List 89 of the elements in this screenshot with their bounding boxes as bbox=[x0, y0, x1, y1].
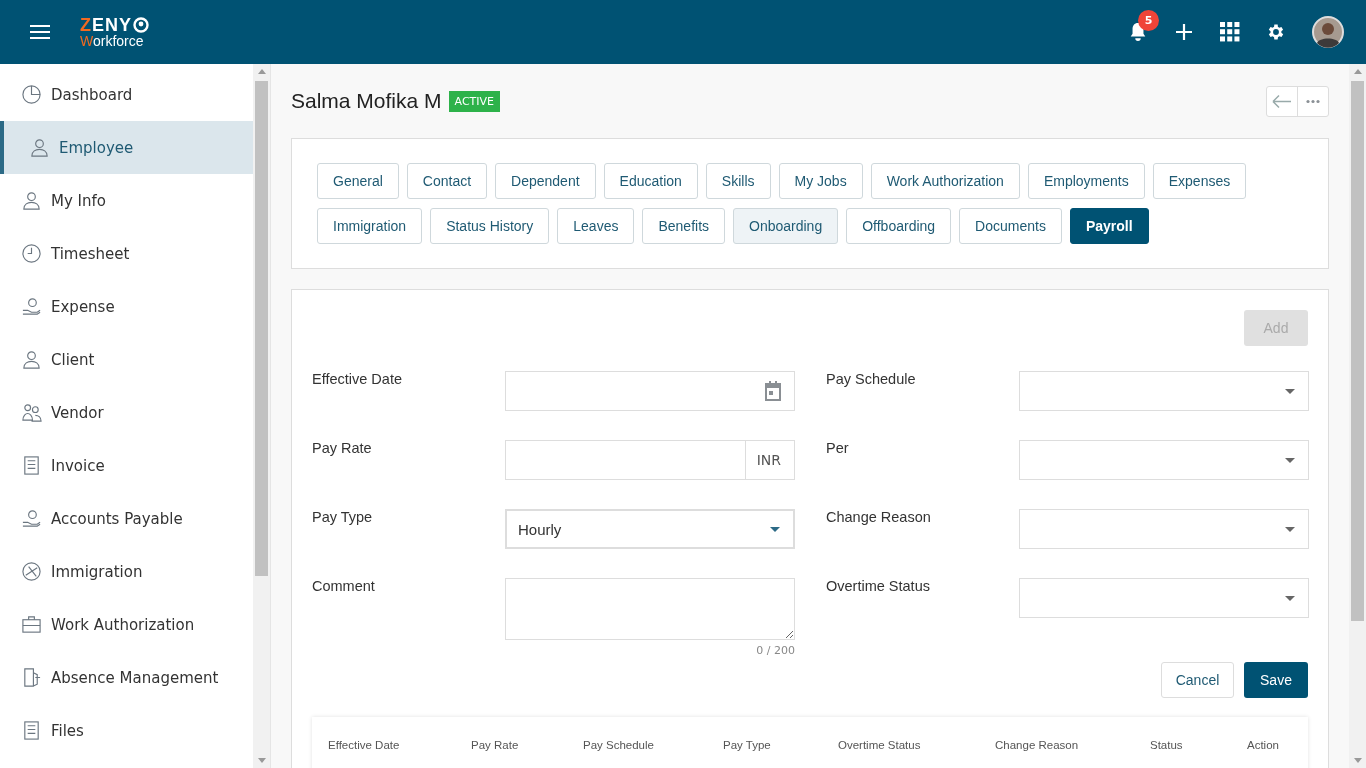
date-field[interactable] bbox=[505, 371, 795, 411]
column-header: Status bbox=[1150, 739, 1184, 751]
tab[interactable]: My Jobs bbox=[778, 163, 863, 199]
dropdown-field[interactable] bbox=[1019, 440, 1309, 480]
tab[interactable]: Employments bbox=[1027, 163, 1145, 199]
sidebar-item[interactable]: Employee bbox=[0, 121, 253, 174]
column-header: Pay Rate bbox=[471, 739, 520, 751]
settings-icon[interactable] bbox=[1266, 22, 1286, 42]
menu-icon[interactable] bbox=[30, 25, 50, 39]
column-header: Pay Schedule bbox=[583, 739, 655, 751]
tab[interactable]: Education bbox=[603, 163, 698, 199]
briefcase-icon bbox=[21, 614, 42, 635]
hand-coin-icon bbox=[21, 296, 42, 317]
field-label: Effective Date bbox=[312, 371, 403, 387]
notification-count: 5 bbox=[1138, 10, 1159, 31]
tab[interactable]: Documents bbox=[959, 208, 1062, 244]
sidebar-item[interactable]: Invoice bbox=[0, 439, 253, 492]
caret-icon bbox=[1285, 526, 1295, 532]
column-header: Overtime Status bbox=[838, 739, 922, 751]
sidebar-item[interactable]: Work Authorization bbox=[0, 598, 253, 651]
door-icon bbox=[21, 667, 42, 688]
field-label: Comment bbox=[312, 578, 376, 594]
field-label: Change Reason bbox=[826, 509, 932, 525]
tab[interactable]: Contact bbox=[406, 163, 488, 199]
notification-bell-icon[interactable] bbox=[1128, 22, 1148, 42]
tab[interactable]: General bbox=[317, 163, 399, 199]
logo[interactable]: ZENY Workforce bbox=[80, 16, 149, 48]
sidebar-item[interactable]: My Info bbox=[0, 174, 253, 227]
tab[interactable]: Onboarding bbox=[733, 208, 839, 244]
caret-icon bbox=[1285, 388, 1295, 394]
status-tag: ACTIVE bbox=[448, 90, 500, 112]
caret-icon bbox=[1285, 595, 1295, 601]
caret-icon bbox=[770, 526, 780, 532]
column-header: Pay Type bbox=[723, 739, 772, 751]
caret-icon bbox=[1285, 457, 1295, 463]
employee-name: Salma Mofika M bbox=[291, 89, 442, 113]
tab[interactable]: Leaves bbox=[557, 208, 635, 244]
save-button[interactable]: Save bbox=[1244, 662, 1308, 698]
column-header: Effective Date bbox=[328, 739, 401, 751]
tab[interactable]: Immigration bbox=[317, 208, 423, 244]
sidebar-item[interactable]: Expense bbox=[0, 280, 253, 333]
field-label: Pay Rate bbox=[312, 440, 373, 456]
sidebar-item[interactable]: Files bbox=[0, 704, 253, 757]
character-counter: 0 / 200 bbox=[756, 644, 795, 657]
tab[interactable]: Benefits bbox=[642, 208, 726, 244]
pay-rate-field[interactable]: INR bbox=[505, 440, 795, 480]
column-header: Change Reason bbox=[995, 739, 1080, 751]
field-label: Per bbox=[826, 440, 850, 456]
dropdown-field[interactable]: Hourly bbox=[505, 509, 795, 549]
tab[interactable]: Offboarding bbox=[846, 208, 952, 244]
tab[interactable]: Status History bbox=[430, 208, 550, 244]
hand-coin-icon bbox=[21, 508, 42, 529]
dropdown-field[interactable] bbox=[1019, 509, 1309, 549]
document-icon bbox=[21, 720, 42, 741]
sidebar-item[interactable]: Vendor bbox=[0, 386, 253, 439]
tab[interactable]: Skills bbox=[705, 163, 771, 199]
dropdown-field[interactable] bbox=[1019, 578, 1309, 618]
dropdown-field[interactable] bbox=[1019, 371, 1309, 411]
tab[interactable]: Dependent bbox=[495, 163, 596, 199]
avatar[interactable] bbox=[1312, 16, 1344, 48]
sidebar-item[interactable]: Accounts Payable bbox=[0, 492, 253, 545]
tab[interactable]: Work Authorization bbox=[870, 163, 1020, 199]
sidebar-item[interactable]: Dashboard bbox=[0, 68, 253, 121]
plus-icon[interactable] bbox=[1174, 22, 1194, 42]
cancel-button[interactable]: Cancel bbox=[1161, 662, 1234, 698]
column-header: Action bbox=[1247, 739, 1280, 751]
scrollbar[interactable] bbox=[1349, 64, 1366, 768]
logo-icon bbox=[133, 17, 149, 33]
sidebar-item[interactable]: Absence Management bbox=[0, 651, 253, 704]
calendar-icon bbox=[764, 381, 782, 401]
person-icon bbox=[21, 190, 42, 211]
scrollbar[interactable] bbox=[253, 64, 270, 768]
comment-field[interactable] bbox=[505, 578, 795, 640]
people-icon bbox=[21, 402, 42, 423]
field-label: Overtime Status bbox=[826, 578, 931, 594]
sidebar-item[interactable]: Timesheet bbox=[0, 227, 253, 280]
document-icon bbox=[21, 455, 42, 476]
sidebar-item[interactable]: Client bbox=[0, 333, 253, 386]
pie-chart-icon bbox=[21, 84, 42, 105]
person-icon bbox=[29, 137, 50, 158]
sidebar-item[interactable]: Immigration bbox=[0, 545, 253, 598]
clock-icon bbox=[21, 243, 42, 264]
tab[interactable]: Payroll bbox=[1069, 208, 1149, 244]
currency-label: INR bbox=[744, 441, 794, 479]
field-label: Pay Schedule bbox=[826, 371, 917, 387]
apps-grid-icon[interactable] bbox=[1220, 22, 1240, 42]
field-label: Pay Type bbox=[312, 509, 374, 525]
person-icon bbox=[21, 349, 42, 370]
tab[interactable]: Expenses bbox=[1152, 163, 1247, 199]
